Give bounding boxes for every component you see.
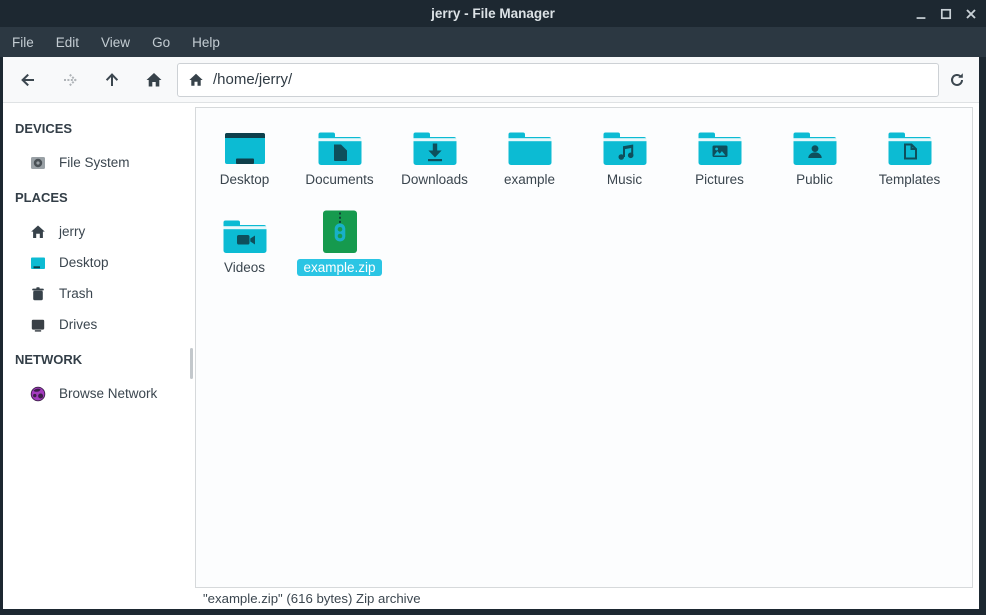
file-item-videos[interactable]: Videos	[197, 204, 292, 292]
sidebar-item-drives[interactable]: Drives	[3, 309, 193, 340]
sidebar-item-label: jerry	[59, 224, 85, 239]
menubar: File Edit View Go Help	[0, 27, 986, 57]
main-column: Desktop Documents	[193, 103, 979, 609]
sidebar-item-jerry[interactable]: jerry	[3, 216, 193, 247]
path-text: /home/jerry/	[213, 71, 292, 88]
forward-button[interactable]	[49, 62, 91, 98]
file-item-music[interactable]: Music	[577, 116, 672, 204]
up-button[interactable]	[91, 62, 133, 98]
menu-file[interactable]: File	[1, 30, 45, 55]
sidebar-item-label: Browse Network	[59, 386, 157, 401]
sidebar-item-trash[interactable]: Trash	[3, 278, 193, 309]
sidebar-header-network: NETWORK	[3, 347, 193, 371]
minimize-button[interactable]	[912, 5, 930, 23]
maximize-button[interactable]	[937, 5, 955, 23]
back-button[interactable]	[7, 62, 49, 98]
folder-public-icon	[792, 116, 838, 168]
file-label-selected: example.zip	[297, 259, 381, 276]
file-label: Templates	[873, 171, 947, 188]
menu-go[interactable]: Go	[141, 30, 181, 55]
path-home-icon	[188, 72, 204, 88]
file-item-pictures[interactable]: Pictures	[672, 116, 767, 204]
sidebar-header-places: PLACES	[3, 185, 193, 209]
file-view[interactable]: Desktop Documents	[195, 107, 973, 588]
folder-documents-icon	[317, 116, 363, 168]
file-item-documents[interactable]: Documents	[292, 116, 387, 204]
trash-icon	[30, 286, 46, 302]
sidebar-item-file-system[interactable]: File System	[3, 147, 193, 178]
file-label: Music	[601, 171, 648, 188]
window-body: DEVICES File System PLACES jerry	[3, 103, 979, 609]
file-item-example[interactable]: example	[482, 116, 577, 204]
file-item-downloads[interactable]: Downloads	[387, 116, 482, 204]
file-label: Desktop	[214, 171, 276, 188]
file-label: Documents	[299, 171, 379, 188]
sidebar-header-devices: DEVICES	[3, 116, 193, 140]
statusbar-text: "example.zip" (616 bytes) Zip archive	[203, 591, 421, 606]
file-label: Public	[790, 171, 839, 188]
minimize-icon	[914, 7, 928, 21]
menu-help[interactable]: Help	[181, 30, 231, 55]
file-item-example-zip[interactable]: example.zip	[292, 204, 387, 292]
window-content: /home/jerry/ DEVICES File System PLACE	[3, 57, 979, 609]
folder-templates-icon	[887, 116, 933, 168]
desktop-small-icon	[30, 255, 46, 271]
file-manager-window: jerry - File Manager File Edit View Go H…	[0, 0, 986, 615]
file-label: Downloads	[395, 171, 474, 188]
menu-edit[interactable]: Edit	[45, 30, 90, 55]
filesystem-icon	[30, 155, 46, 171]
close-button[interactable]	[962, 5, 980, 23]
file-item-public[interactable]: Public	[767, 116, 862, 204]
sidebar-item-label: Drives	[59, 317, 97, 332]
sidebar-scrollbar-thumb[interactable]	[190, 348, 193, 379]
sidebar-item-label: File System	[59, 155, 130, 170]
file-label: Videos	[218, 259, 271, 276]
refresh-button[interactable]	[939, 62, 975, 98]
sidebar-item-label: Desktop	[59, 255, 109, 270]
home-icon	[30, 224, 46, 240]
titlebar[interactable]: jerry - File Manager	[0, 0, 986, 27]
maximize-icon	[939, 7, 953, 21]
window-controls	[912, 0, 980, 27]
file-label: Pictures	[689, 171, 750, 188]
folder-videos-icon	[222, 204, 268, 256]
forward-icon	[61, 71, 79, 89]
close-icon	[964, 7, 978, 21]
folder-pictures-icon	[697, 116, 743, 168]
folder-icon	[507, 116, 553, 168]
file-item-desktop[interactable]: Desktop	[197, 116, 292, 204]
desktop-icon	[222, 116, 268, 168]
folder-music-icon	[602, 116, 648, 168]
file-label: example	[498, 171, 561, 188]
folder-downloads-icon	[412, 116, 458, 168]
back-icon	[19, 71, 37, 89]
zip-archive-icon	[319, 204, 361, 256]
home-button[interactable]	[133, 62, 175, 98]
up-icon	[103, 71, 121, 89]
menu-view[interactable]: View	[90, 30, 141, 55]
drives-icon	[30, 317, 46, 333]
toolbar: /home/jerry/	[3, 57, 979, 103]
sidebar: DEVICES File System PLACES jerry	[3, 103, 193, 609]
file-item-templates[interactable]: Templates	[862, 116, 957, 204]
network-globe-icon	[30, 386, 46, 402]
sidebar-item-label: Trash	[59, 286, 93, 301]
window-title: jerry - File Manager	[431, 6, 555, 21]
home-icon	[145, 71, 163, 89]
path-bar[interactable]: /home/jerry/	[177, 63, 939, 97]
sidebar-item-browse-network[interactable]: Browse Network	[3, 378, 193, 409]
statusbar: "example.zip" (616 bytes) Zip archive	[193, 588, 979, 609]
sidebar-item-desktop[interactable]: Desktop	[3, 247, 193, 278]
refresh-icon	[948, 71, 966, 89]
